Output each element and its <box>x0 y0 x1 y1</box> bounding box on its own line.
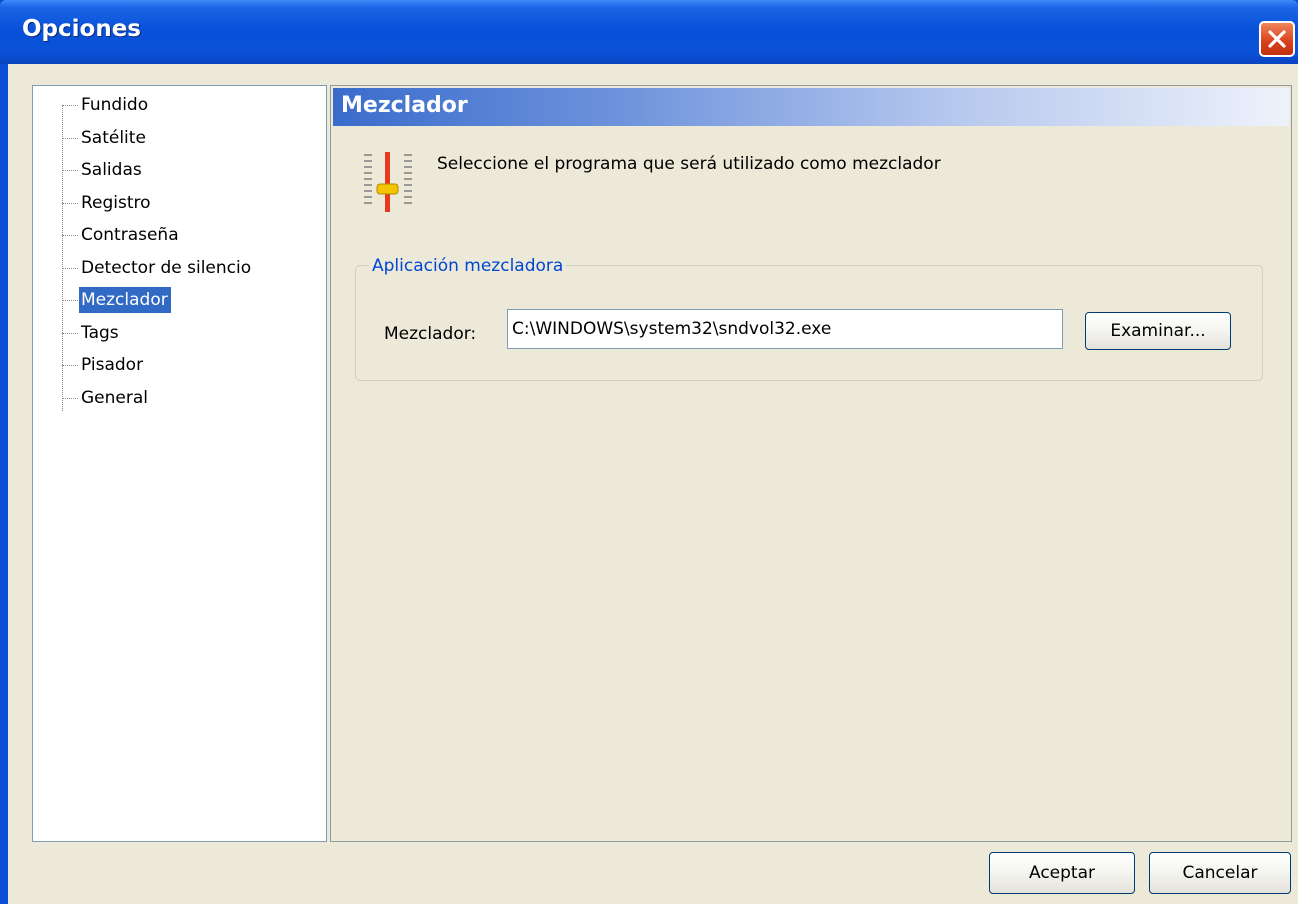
accept-button[interactable]: Aceptar <box>989 852 1135 894</box>
title-bar[interactable]: Opciones <box>0 0 1298 64</box>
tree-item-label: Registro <box>81 192 151 213</box>
tree-connector <box>62 105 78 106</box>
tree-connector <box>62 397 78 399</box>
mixer-field-label: Mezclador: <box>384 324 477 344</box>
window-title: Opciones <box>22 16 141 42</box>
tree-item-label: Salidas <box>81 160 142 180</box>
tree-item-label: Pisador <box>81 355 144 375</box>
panel-title: Mezclador <box>341 93 468 118</box>
tree-connector <box>62 365 78 366</box>
intro-text: Seleccione el programa que será utilizad… <box>437 154 941 174</box>
cancel-button[interactable]: Cancelar <box>1149 852 1291 894</box>
dialog-client-area: Fundido Satélite Salidas Registro Contraseña… <box>8 64 1298 904</box>
tree-item-label: Mezclador <box>79 287 171 313</box>
tree-item-label: Tags <box>81 322 119 343</box>
tree-connector <box>62 332 78 334</box>
tree-item-label: Fundido <box>81 95 149 115</box>
tree-connector <box>62 137 78 139</box>
tree-connector <box>62 300 78 301</box>
tree-connector <box>62 170 78 171</box>
panel-header: Mezclador <box>333 88 1289 126</box>
tree-connector <box>62 235 78 236</box>
options-tree[interactable]: Fundido Satélite Salidas Registro Contraseña… <box>32 85 327 842</box>
browse-button[interactable]: Examinar... <box>1085 312 1231 350</box>
mixer-slider-icon <box>364 152 412 212</box>
settings-panel: Mezclador Seleccione el programa que ser… <box>330 85 1292 842</box>
tree-connector <box>62 267 78 269</box>
tree-item-label: Detector de silencio <box>81 257 252 278</box>
tree-item-label: Contraseña <box>81 225 179 245</box>
options-window: Opciones Fundido Satélite Salidas Registro C… <box>0 0 1298 904</box>
close-button[interactable] <box>1259 21 1295 57</box>
groupbox-legend: Aplicación mezcladora <box>369 256 567 276</box>
tree-connector <box>62 202 78 204</box>
mixer-path-input[interactable] <box>507 309 1063 349</box>
tree-item-label: General <box>81 387 148 408</box>
close-icon <box>1268 30 1286 48</box>
tree-item-label: Satélite <box>81 127 146 148</box>
